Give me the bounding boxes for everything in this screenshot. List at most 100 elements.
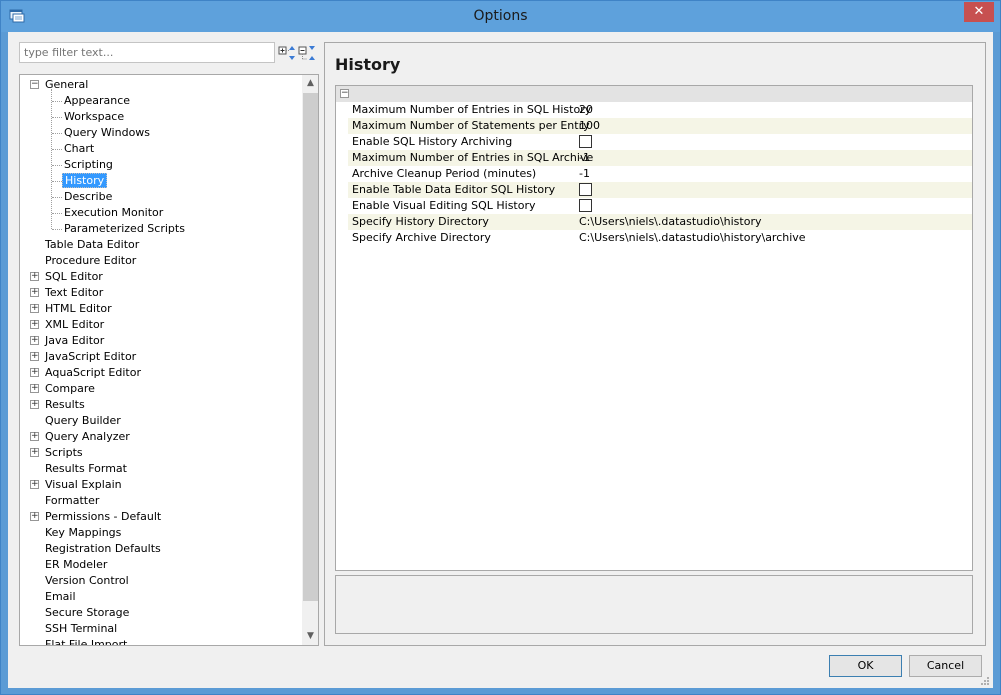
filter-input[interactable] <box>19 42 275 63</box>
tree-item[interactable]: Registration Defaults <box>43 541 163 557</box>
tree-item-label: Procedure Editor <box>45 254 137 267</box>
expand-icon[interactable]: + <box>30 400 39 409</box>
property-value[interactable]: -1 <box>579 166 590 182</box>
property-checkbox[interactable] <box>579 183 592 196</box>
property-value[interactable]: -1 <box>579 150 590 166</box>
tree-item[interactable]: SSH Terminal <box>43 621 119 637</box>
tree-item[interactable]: Scripts <box>43 445 85 461</box>
tree-item[interactable]: Version Control <box>43 573 131 589</box>
expand-icon[interactable]: + <box>30 512 39 521</box>
property-checkbox[interactable] <box>579 199 592 212</box>
collapse-group-icon[interactable]: − <box>340 89 349 98</box>
tree-item[interactable]: SQL Editor <box>43 269 105 285</box>
expand-icon[interactable]: + <box>30 320 39 329</box>
tree-item-label: Scripts <box>45 446 83 459</box>
property-value[interactable]: 20 <box>579 102 593 118</box>
tree-item[interactable]: XML Editor <box>43 317 106 333</box>
scroll-down-button[interactable]: ▼ <box>302 628 318 645</box>
scroll-up-button[interactable]: ▲ <box>302 75 318 92</box>
expand-icon[interactable]: + <box>30 480 39 489</box>
tree-item[interactable]: Scripting <box>62 157 115 173</box>
tree-item-label: Query Windows <box>64 126 151 139</box>
tree-item[interactable]: Flat File Import <box>43 637 129 645</box>
tree-item-label: HTML Editor <box>45 302 112 315</box>
expand-icon[interactable]: + <box>30 272 39 281</box>
tree-item[interactable]: Query Analyzer <box>43 429 132 445</box>
tree-item[interactable]: AquaScript Editor <box>43 365 143 381</box>
tree-item[interactable]: Results <box>43 397 87 413</box>
property-name: Enable Visual Editing SQL History <box>352 199 536 212</box>
tree-item-label: Execution Monitor <box>64 206 164 219</box>
tree-item[interactable]: Describe <box>62 189 114 205</box>
tree-item[interactable]: Appearance <box>62 93 132 109</box>
tree-item-label: Parameterized Scripts <box>64 222 185 235</box>
expand-icon[interactable]: + <box>30 352 39 361</box>
property-checkbox[interactable] <box>579 135 592 148</box>
tree-item[interactable]: Parameterized Scripts <box>62 221 187 237</box>
options-tree[interactable]: − General Appearance Workspace Query Windows… <box>20 75 302 645</box>
expand-icon[interactable]: + <box>30 304 39 313</box>
tree-item[interactable]: Visual Explain <box>43 477 124 493</box>
tree-item[interactable]: Formatter <box>43 493 101 509</box>
tree-item-label: Describe <box>64 190 113 203</box>
tree-item[interactable]: Results Format <box>43 461 129 477</box>
property-row: Maximum Number of Statements per Entry 10… <box>336 118 972 134</box>
tree-item[interactable]: Key Mappings <box>43 525 123 541</box>
tree-item-label: Results <box>45 398 85 411</box>
tree-item[interactable]: Query Builder <box>43 413 123 429</box>
tree-item[interactable]: Java Editor <box>43 333 106 349</box>
window-title: Options <box>473 8 528 24</box>
tree-item[interactable]: Procedure Editor <box>43 253 138 269</box>
cancel-button[interactable]: Cancel <box>909 655 982 677</box>
tree-item[interactable]: Text Editor <box>43 285 105 301</box>
tree-item-label: Secure Storage <box>45 606 130 619</box>
expand-icon[interactable]: + <box>30 368 39 377</box>
tree-item[interactable]: General <box>43 77 90 93</box>
title-bar[interactable]: Options ✕ <box>1 1 1000 32</box>
expand-icon[interactable]: + <box>30 288 39 297</box>
property-value[interactable]: 100 <box>579 118 600 134</box>
tree-item[interactable]: Query Windows <box>62 125 152 141</box>
tree-item[interactable]: Email <box>43 589 78 605</box>
tree-item[interactable]: Execution Monitor <box>62 205 165 221</box>
tree-item-label: Flat File Import <box>45 638 128 645</box>
tree-item-label: General <box>45 78 89 91</box>
close-button[interactable]: ✕ <box>964 2 994 22</box>
expand-icon[interactable]: + <box>30 448 39 457</box>
tree-item-label: Workspace <box>64 110 125 123</box>
options-dialog: Options ✕ −GeneralAppearanceWorkspaceQue… <box>0 0 1001 695</box>
tree-item[interactable]: Compare <box>43 381 97 397</box>
property-value[interactable]: C:\Users\niels\.datastudio\history <box>579 214 762 230</box>
collapse-all-icon[interactable] <box>298 44 316 62</box>
expand-all-icon[interactable] <box>278 44 296 62</box>
scrollbar-thumb[interactable] <box>303 93 318 601</box>
row-gutter <box>336 214 348 230</box>
row-gutter <box>336 166 348 182</box>
tree-item[interactable]: ER Modeler <box>43 557 109 573</box>
row-gutter <box>336 150 348 166</box>
tree-connector-line <box>51 89 52 229</box>
tree-item-label: Query Analyzer <box>45 430 130 443</box>
tree-item[interactable]: Chart <box>62 141 96 157</box>
tree-item[interactable]: History <box>62 173 108 189</box>
property-row: Enable SQL History Archiving <box>336 134 972 150</box>
tree-item[interactable]: Permissions - Default <box>43 509 163 525</box>
expand-icon[interactable]: + <box>30 336 39 345</box>
expand-icon[interactable]: + <box>30 384 39 393</box>
property-name: Specify Archive Directory <box>352 231 491 244</box>
tree-scrollbar[interactable]: ▲ ▼ <box>302 75 318 645</box>
tree-connector-line <box>52 117 62 118</box>
collapse-icon[interactable]: − <box>30 80 39 89</box>
ok-button[interactable]: OK <box>829 655 902 677</box>
tree-item[interactable]: Table Data Editor <box>43 237 141 253</box>
property-value[interactable]: C:\Users\niels\.datastudio\history\archi… <box>579 230 806 246</box>
expand-icon[interactable]: + <box>30 432 39 441</box>
property-sheet: − Maximum Number of Entries in SQL Histo… <box>335 85 973 571</box>
property-name: Maximum Number of Statements per Entry <box>352 119 590 132</box>
resize-grip-icon[interactable] <box>980 676 990 686</box>
tree-item[interactable]: Workspace <box>62 109 126 125</box>
tree-item[interactable]: HTML Editor <box>43 301 114 317</box>
tree-item[interactable]: JavaScript Editor <box>43 349 138 365</box>
tree-item[interactable]: Secure Storage <box>43 605 131 621</box>
row-gutter <box>336 102 348 118</box>
